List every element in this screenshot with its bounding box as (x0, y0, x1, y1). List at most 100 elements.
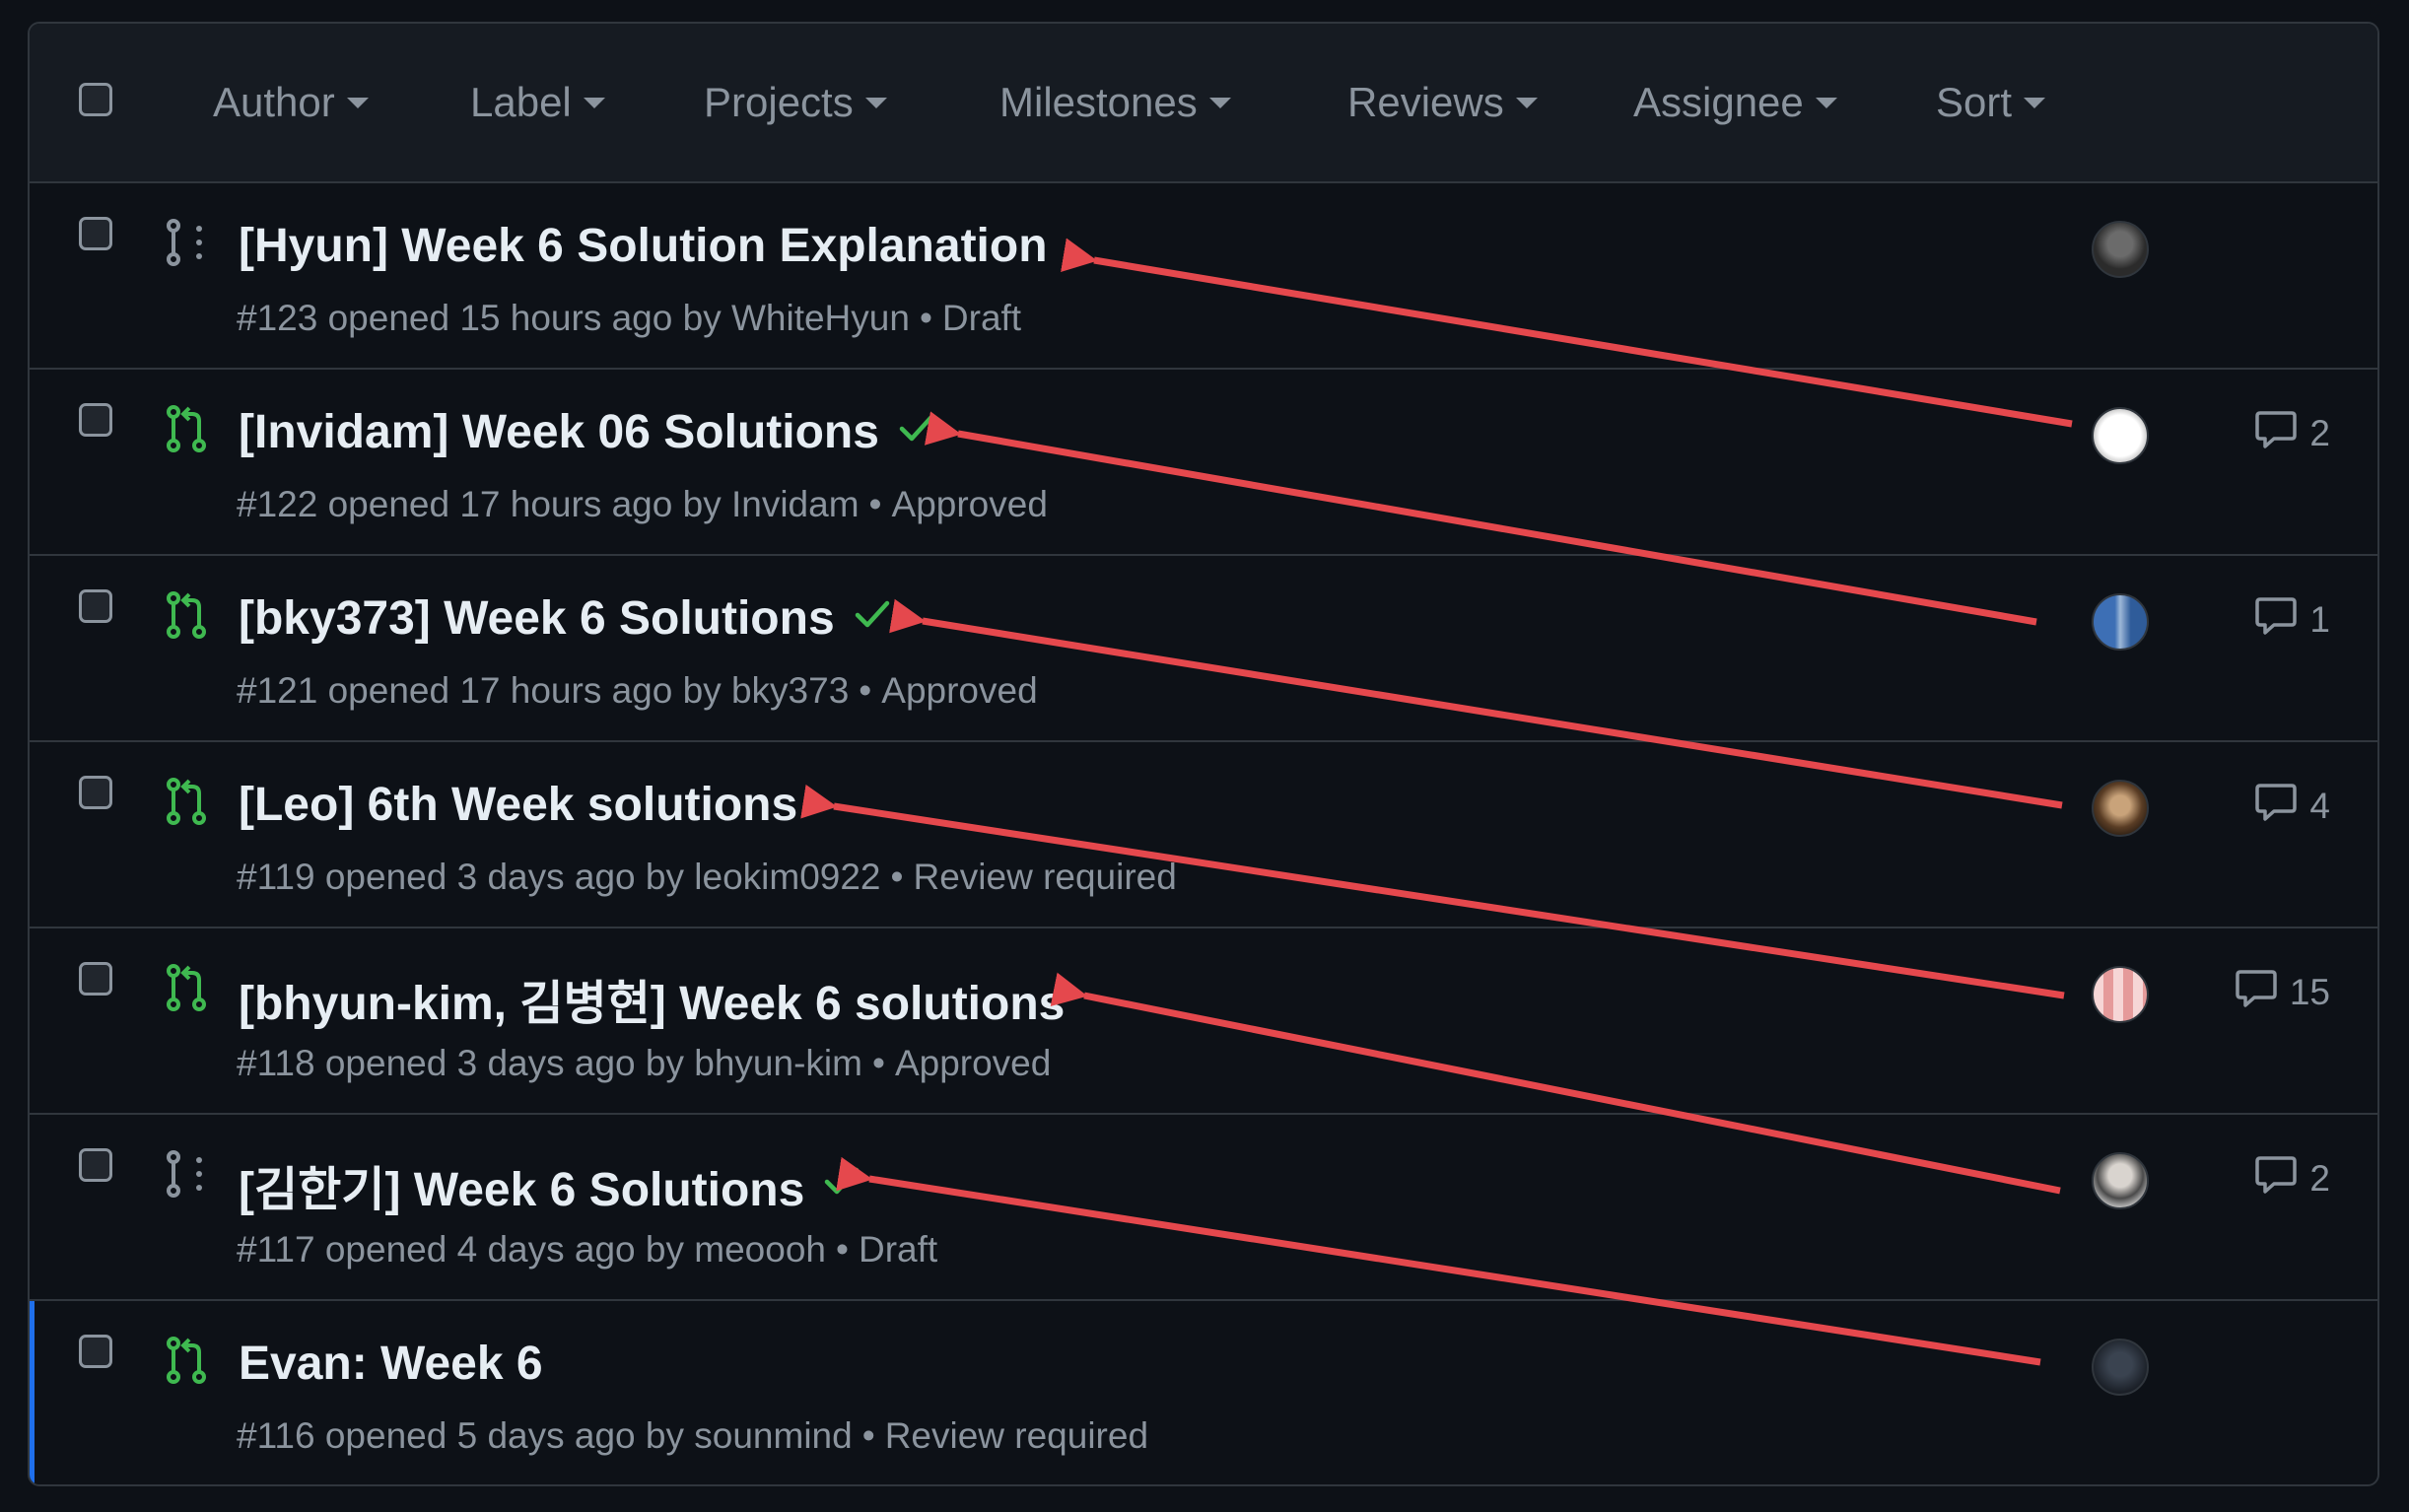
reviews-filter-label: Reviews (1347, 79, 1504, 125)
pr-title-link[interactable]: [bhyun-kim, 김병현] Week 6 solutions (239, 964, 1065, 1033)
comment-icon (2254, 593, 2298, 646)
assignee-avatar[interactable] (2092, 966, 2149, 1023)
pr-title-link[interactable]: [Hyun] Week 6 Solution Explanation (239, 219, 1048, 273)
pr-status[interactable]: Approved (881, 670, 1037, 711)
pr-title-link[interactable]: [bky373] Week 6 Solutions (239, 591, 892, 646)
caret-down-icon (346, 97, 369, 108)
pr-author-link[interactable]: meoooh (694, 1229, 826, 1270)
comments-link[interactable]: 1 (2254, 593, 2330, 646)
pr-status[interactable]: Approved (892, 484, 1048, 524)
pr-number: #122 (237, 484, 318, 524)
comment-count: 2 (2309, 1157, 2330, 1199)
pr-status[interactable]: Draft (942, 298, 1021, 338)
milestones-filter-label: Milestones (999, 79, 1198, 125)
pr-title: [Leo] 6th Week solutions (239, 779, 798, 831)
pr-title-link[interactable]: Evan: Week 6 (239, 1337, 543, 1391)
pr-author-link[interactable]: bhyun-kim (694, 1043, 862, 1083)
comment-icon (2254, 1152, 2298, 1204)
projects-filter-label: Projects (704, 79, 854, 125)
check-icon (853, 591, 892, 646)
comments-link[interactable]: 15 (2235, 966, 2330, 1018)
row-checkbox[interactable] (79, 1148, 112, 1182)
pr-status[interactable]: Approved (895, 1043, 1051, 1083)
author-filter-label: Author (213, 79, 335, 125)
list-header: Author Label Projects Milestones Reviews… (30, 24, 2377, 183)
pr-title: [bhyun-kim, 김병현] Week 6 solutions (239, 978, 1066, 1030)
pr-title: [Invidam] Week 06 Solutions (239, 406, 879, 458)
assignee-filter-label: Assignee (1633, 79, 1804, 125)
assignee-avatar[interactable] (2092, 407, 2149, 464)
pr-number: #121 (237, 670, 318, 711)
caret-down-icon (1515, 97, 1538, 108)
assignee-filter[interactable]: Assignee (1633, 79, 1837, 125)
milestones-filter[interactable]: Milestones (999, 79, 1231, 125)
pr-title-link[interactable]: [Leo] 6th Week solutions (239, 778, 797, 832)
separator-dot: • (871, 1043, 885, 1083)
comment-count: 2 (2309, 412, 2330, 453)
pr-title: [Hyun] Week 6 Solution Explanation (239, 220, 1048, 272)
pr-status[interactable]: Draft (859, 1229, 937, 1270)
projects-filter[interactable]: Projects (704, 79, 887, 125)
pr-opened: opened 15 hours ago by (327, 298, 722, 338)
separator-dot: • (861, 1415, 875, 1456)
open-pull-request-icon (166, 591, 209, 639)
pr-meta: #116 opened 5 days ago by sounmind • Revie… (237, 1415, 1148, 1457)
select-all-checkbox[interactable] (79, 83, 112, 116)
comments-link[interactable]: 2 (2254, 1152, 2330, 1204)
label-filter[interactable]: Label (470, 79, 605, 125)
pr-opened: opened 5 days ago by (324, 1415, 684, 1456)
pr-title-link[interactable]: [Invidam] Week 06 Solutions (239, 405, 936, 459)
comment-count: 4 (2309, 785, 2330, 826)
row-checkbox[interactable] (79, 217, 112, 250)
pr-row[interactable]: [Invidam] Week 06 Solutions #122 opened 1… (30, 370, 2377, 556)
caret-down-icon (1208, 97, 1231, 108)
author-filter[interactable]: Author (213, 79, 369, 125)
assignee-avatar[interactable] (2092, 1339, 2149, 1396)
pr-author-link[interactable]: bky373 (731, 670, 849, 711)
pr-row[interactable]: [bhyun-kim, 김병현] Week 6 solutions #118 op… (30, 928, 2377, 1115)
row-checkbox[interactable] (79, 962, 112, 996)
draft-pull-request-icon (166, 219, 209, 266)
row-checkbox[interactable] (79, 1335, 112, 1368)
separator-dot: • (890, 857, 904, 897)
pr-row[interactable]: [Leo] 6th Week solutions #119 opened 3 da… (30, 742, 2377, 928)
pr-title: [bky373] Week 6 Solutions (239, 592, 835, 645)
assignee-avatar[interactable] (2092, 1152, 2149, 1209)
open-pull-request-icon (166, 405, 209, 452)
pull-request-list: Author Label Projects Milestones Reviews… (28, 22, 2379, 1486)
pr-author-link[interactable]: Invidam (731, 484, 860, 524)
comment-icon (2254, 407, 2298, 459)
assignee-avatar[interactable] (2092, 221, 2149, 278)
row-checkbox[interactable] (79, 403, 112, 437)
pr-author-link[interactable]: leokim0922 (694, 857, 880, 897)
row-checkbox[interactable] (79, 776, 112, 809)
pr-opened: opened 3 days ago by (324, 857, 684, 897)
comment-icon (2235, 966, 2278, 1018)
caret-down-icon (1815, 97, 1837, 108)
separator-dot: • (868, 484, 882, 524)
pr-author-link[interactable]: sounmind (694, 1415, 852, 1456)
pr-number: #118 (237, 1043, 315, 1083)
caret-down-icon (2024, 97, 2046, 108)
pr-author-link[interactable]: WhiteHyun (731, 298, 910, 338)
pr-row[interactable]: [bky373] Week 6 Solutions #121 opened 17 … (30, 556, 2377, 742)
sort-filter[interactable]: Sort (1936, 79, 2046, 125)
assignee-avatar[interactable] (2092, 593, 2149, 651)
pr-title-link[interactable]: [김한기] Week 6 Solutions (239, 1150, 861, 1219)
pr-row[interactable]: [김한기] Week 6 Solutions #117 opened 4 days… (30, 1115, 2377, 1301)
draft-pull-request-icon (166, 1150, 209, 1198)
row-checkbox[interactable] (79, 589, 112, 623)
assignee-avatar[interactable] (2092, 780, 2149, 837)
pr-status[interactable]: Review required (885, 1415, 1148, 1456)
open-pull-request-icon (166, 778, 209, 825)
pr-row[interactable]: Evan: Week 6 #116 opened 5 days ago by so… (30, 1301, 2377, 1484)
pr-row[interactable]: [Hyun] Week 6 Solution Explanation #123 o… (30, 183, 2377, 370)
comments-link[interactable]: 4 (2254, 780, 2330, 832)
caret-down-icon (583, 97, 605, 108)
reviews-filter[interactable]: Reviews (1347, 79, 1538, 125)
pr-status[interactable]: Review required (913, 857, 1176, 897)
pr-number: #117 (237, 1229, 315, 1270)
comments-link[interactable]: 2 (2254, 407, 2330, 459)
pr-number: #123 (237, 298, 318, 338)
pr-number: #119 (237, 857, 315, 897)
